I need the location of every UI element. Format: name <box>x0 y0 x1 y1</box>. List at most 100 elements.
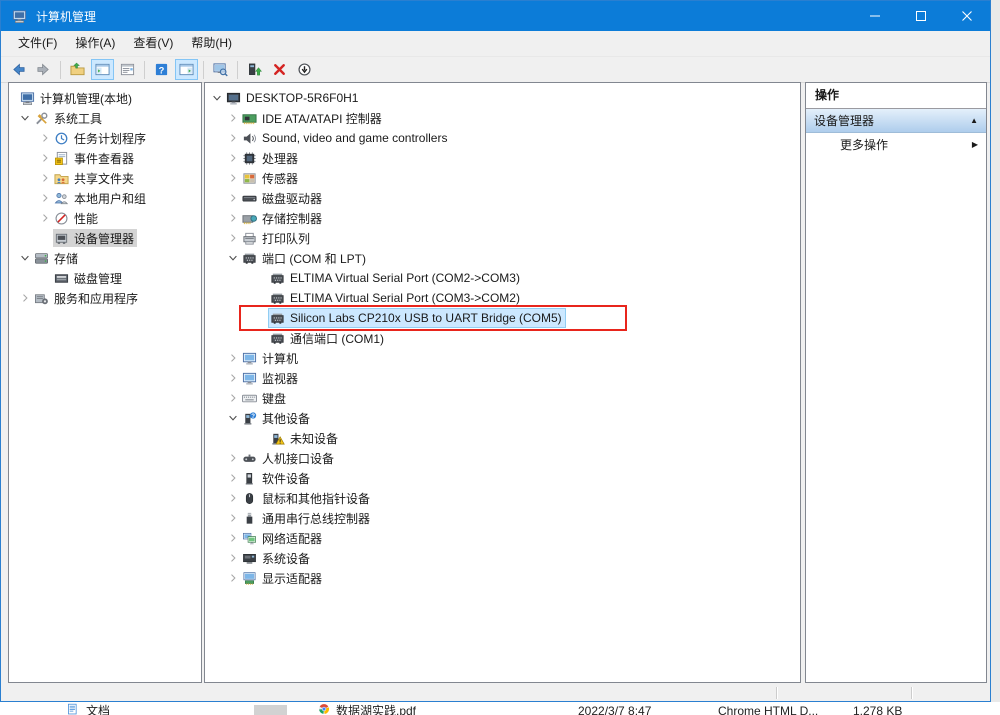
console-tree-row[interactable]: 计算机管理(本地) <box>9 88 201 108</box>
device-tree-row[interactable]: 存储控制器 <box>205 208 800 228</box>
chevron-right-icon[interactable] <box>225 490 241 506</box>
tree-item[interactable]: 鼠标和其他指针设备 <box>241 489 373 507</box>
chevron-down-icon[interactable] <box>225 410 241 426</box>
device-tree-row[interactable]: 未知设备 <box>205 428 800 448</box>
device-tree-row[interactable]: IDE ATA/ATAPI 控制器 <box>205 108 800 128</box>
chevron-right-icon[interactable] <box>37 130 53 146</box>
chevron-right-icon[interactable] <box>225 150 241 166</box>
console-tree-row[interactable]: 设备管理器 <box>9 228 201 248</box>
device-tree-row[interactable]: 监视器 <box>205 368 800 388</box>
properties-button[interactable] <box>116 59 139 80</box>
tree-item[interactable]: 监视器 <box>241 369 301 387</box>
menu-item[interactable]: 帮助(H) <box>182 31 241 56</box>
device-tree-row[interactable]: 磁盘驱动器 <box>205 188 800 208</box>
tree-item-selected[interactable]: 设备管理器 <box>53 229 137 247</box>
tree-item[interactable]: 通信端口 (COM1) <box>269 329 387 347</box>
back-button[interactable] <box>7 59 30 80</box>
tree-item[interactable]: 本地用户和组 <box>53 189 149 207</box>
tree-item[interactable]: 人机接口设备 <box>241 449 337 467</box>
console-tree-row[interactable]: 服务和应用程序 <box>9 288 201 308</box>
device-tree-row[interactable]: 通用串行总线控制器 <box>205 508 800 528</box>
device-tree-row[interactable]: Sound, video and game controllers <box>205 128 800 148</box>
tree-item[interactable]: 存储 <box>33 249 81 267</box>
device-tree-row[interactable]: ELTIMA Virtual Serial Port (COM2->COM3) <box>205 268 800 288</box>
console-tree-row[interactable]: 性能 <box>9 208 201 228</box>
device-tree-row[interactable]: ELTIMA Virtual Serial Port (COM3->COM2) <box>205 288 800 308</box>
chevron-right-icon[interactable] <box>37 150 53 166</box>
chevron-right-icon[interactable] <box>225 530 241 546</box>
device-tree-row[interactable]: 通信端口 (COM1) <box>205 328 800 348</box>
tree-item[interactable]: 磁盘驱动器 <box>241 189 325 207</box>
tree-item[interactable]: 事件查看器 <box>53 149 137 167</box>
device-tree-row[interactable]: 鼠标和其他指针设备 <box>205 488 800 508</box>
console-tree-row[interactable]: 存储 <box>9 248 201 268</box>
tree-item[interactable]: 磁盘管理 <box>53 269 125 287</box>
tree-item[interactable]: 存储控制器 <box>241 209 325 227</box>
tree-item[interactable]: ?其他设备 <box>241 409 313 427</box>
console-tree-row[interactable]: 事件查看器 <box>9 148 201 168</box>
tree-item[interactable]: 系统设备 <box>241 549 313 567</box>
tree-item[interactable]: 系统工具 <box>33 109 105 127</box>
tree-item[interactable]: 任务计划程序 <box>53 129 149 147</box>
tree-item[interactable]: ELTIMA Virtual Serial Port (COM3->COM2) <box>269 289 523 307</box>
tree-item[interactable]: 网络适配器 <box>241 529 325 547</box>
tree-item[interactable]: 处理器 <box>241 149 301 167</box>
chevron-up-icon[interactable]: ▲ <box>970 116 978 125</box>
device-tree-row[interactable]: 计算机 <box>205 348 800 368</box>
chevron-right-icon[interactable] <box>225 130 241 146</box>
chevron-right-icon[interactable] <box>225 170 241 186</box>
scan-hardware-button[interactable] <box>243 59 266 80</box>
chevron-right-icon[interactable] <box>225 470 241 486</box>
help-button[interactable]: ? <box>150 59 173 80</box>
console-tree-row[interactable]: 共享文件夹 <box>9 168 201 188</box>
device-tree-row[interactable]: 网络适配器 <box>205 528 800 548</box>
tree-item-selected[interactable]: Silicon Labs CP210x USB to UART Bridge (… <box>269 309 565 327</box>
tree-item[interactable]: 传感器 <box>241 169 301 187</box>
minimize-button[interactable] <box>852 1 898 31</box>
device-tree-row[interactable]: 人机接口设备 <box>205 448 800 468</box>
chevron-down-icon[interactable] <box>17 250 33 266</box>
tree-item[interactable]: DESKTOP-5R6F0H1 <box>225 89 361 107</box>
tree-item[interactable]: 打印队列 <box>241 229 313 247</box>
chevron-right-icon[interactable] <box>225 390 241 406</box>
tree-item[interactable]: 共享文件夹 <box>53 169 137 187</box>
open-folder-button[interactable] <box>66 59 89 80</box>
tree-item[interactable]: 性能 <box>53 209 101 227</box>
tree-item[interactable]: 端口 (COM 和 LPT) <box>241 249 369 267</box>
chevron-right-icon[interactable] <box>37 210 53 226</box>
maximize-button[interactable] <box>898 1 944 31</box>
chevron-right-icon[interactable] <box>225 230 241 246</box>
menu-item[interactable]: 操作(A) <box>66 31 124 56</box>
chevron-right-icon[interactable] <box>225 350 241 366</box>
tree-item[interactable]: 键盘 <box>241 389 289 407</box>
chevron-right-icon[interactable] <box>225 570 241 586</box>
chevron-right-icon[interactable] <box>17 290 33 306</box>
console-tree-row[interactable]: 磁盘管理 <box>9 268 201 288</box>
console-tree-row[interactable]: 任务计划程序 <box>9 128 201 148</box>
chevron-right-icon[interactable] <box>225 550 241 566</box>
action-pane-toggle-button[interactable] <box>175 59 198 80</box>
device-tree-row[interactable]: Silicon Labs CP210x USB to UART Bridge (… <box>205 308 800 328</box>
tree-item[interactable]: 软件设备 <box>241 469 313 487</box>
chevron-right-icon[interactable] <box>225 210 241 226</box>
tree-item[interactable]: IDE ATA/ATAPI 控制器 <box>241 109 385 127</box>
device-tree-row[interactable]: 显示适配器 <box>205 568 800 588</box>
tree-item[interactable]: 计算机管理(本地) <box>19 89 135 107</box>
console-tree-row[interactable]: 系统工具 <box>9 108 201 128</box>
tree-item[interactable]: Sound, video and game controllers <box>241 129 450 147</box>
chevron-right-icon[interactable] <box>225 110 241 126</box>
tree-item[interactable]: 未知设备 <box>269 429 341 447</box>
chevron-right-icon[interactable] <box>225 190 241 206</box>
console-tree-row[interactable]: 本地用户和组 <box>9 188 201 208</box>
chevron-right-icon[interactable] <box>225 510 241 526</box>
device-tree-row[interactable]: 软件设备 <box>205 468 800 488</box>
remote-computer-button[interactable] <box>209 59 232 80</box>
device-tree-row[interactable]: 传感器 <box>205 168 800 188</box>
chevron-right-icon[interactable] <box>37 190 53 206</box>
chevron-right-icon[interactable] <box>37 170 53 186</box>
device-tree-row[interactable]: DESKTOP-5R6F0H1 <box>205 88 800 108</box>
device-tree-row[interactable]: 系统设备 <box>205 548 800 568</box>
menu-item[interactable]: 文件(F) <box>9 31 66 56</box>
tree-item[interactable]: ELTIMA Virtual Serial Port (COM2->COM3) <box>269 269 523 287</box>
forward-button[interactable] <box>32 59 55 80</box>
